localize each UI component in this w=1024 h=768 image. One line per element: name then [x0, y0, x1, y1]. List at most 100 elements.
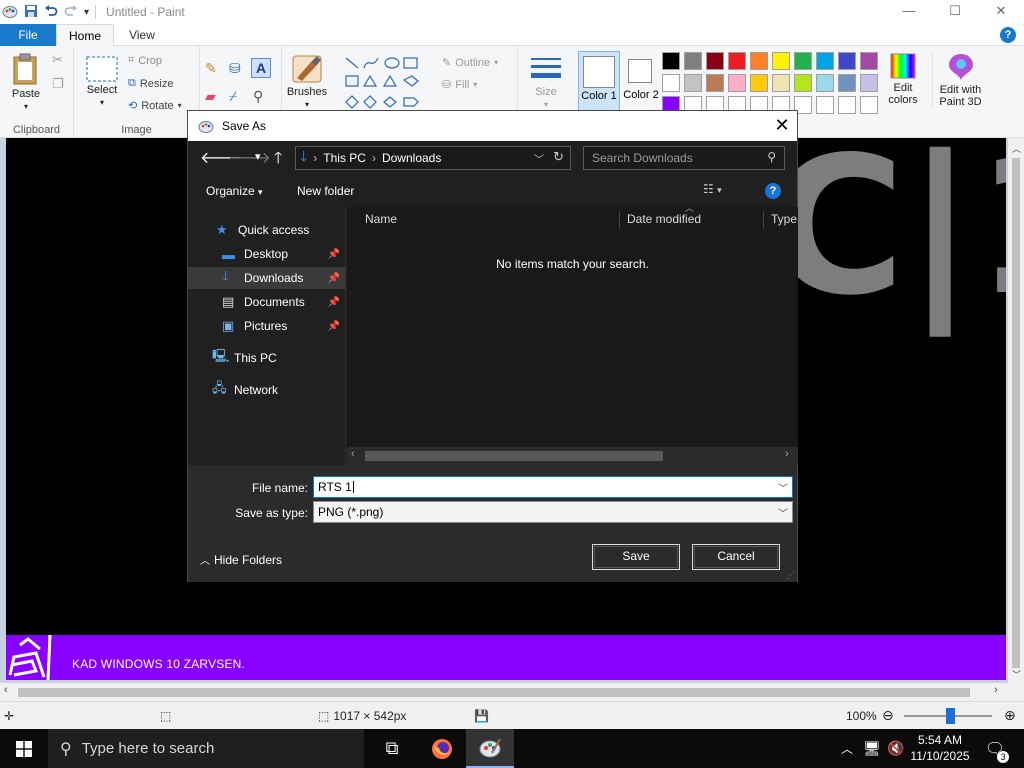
cut-icon[interactable]: ✂	[52, 52, 63, 68]
fill-bucket-icon[interactable]: ⛁	[229, 60, 241, 77]
nav-item-quick-access[interactable]: ★ Quick access	[188, 219, 346, 241]
color-swatch[interactable]	[860, 52, 878, 70]
new-folder-button[interactable]: New folder	[297, 184, 354, 198]
color-swatch[interactable]	[728, 52, 746, 70]
horizontal-scrollbar[interactable]: ‹ ›	[0, 683, 1008, 700]
help-icon[interactable]: ?	[1000, 27, 1016, 43]
paint-taskbar-icon[interactable]	[466, 729, 514, 768]
save-as-type-select[interactable]: PNG (*.png) ﹀	[313, 501, 793, 523]
color-swatch[interactable]	[772, 52, 790, 70]
tab-file[interactable]: File	[0, 24, 56, 46]
file-list[interactable]: Name Date modified ︿ Type No items match…	[347, 203, 798, 465]
column-header-name[interactable]: Name	[365, 207, 397, 231]
close-window-button[interactable]: ✕	[978, 0, 1024, 24]
network-tray-icon[interactable]: 🖥	[860, 729, 884, 768]
magnifier-icon[interactable]: ⚲	[253, 88, 263, 105]
shapes-gallery-icon[interactable]	[342, 54, 430, 110]
nav-item-documents[interactable]: ▤ Documents 📌	[188, 291, 346, 313]
color-swatch[interactable]	[816, 74, 834, 92]
nav-item-this-pc[interactable]: 🖳 This PC	[188, 347, 346, 369]
color-swatch[interactable]	[860, 74, 878, 92]
color-swatch[interactable]	[728, 74, 746, 92]
color-swatch[interactable]	[816, 52, 834, 70]
hscroll-right-icon[interactable]: ›	[785, 448, 789, 460]
color-swatch[interactable]	[706, 74, 724, 92]
pencil-icon[interactable]: ✎	[205, 60, 217, 77]
color-picker-icon[interactable]: ⌿	[229, 88, 237, 105]
breadcrumb-downloads[interactable]: Downloads	[382, 151, 441, 165]
edit-with-paint3d-button[interactable]: Edit with Paint 3D	[932, 52, 988, 108]
dialog-search-box[interactable]: Search Downloads ⚲	[583, 146, 785, 170]
up-arrow-icon[interactable]: 🡑	[274, 147, 282, 174]
save-icon[interactable]	[24, 4, 38, 21]
color-swatch[interactable]	[706, 52, 724, 70]
resize-grip-icon[interactable]: ⋰	[786, 570, 795, 581]
address-dropdown-icon[interactable]: ﹀	[534, 151, 544, 166]
refresh-icon[interactable]: ↻	[553, 149, 564, 165]
file-name-input[interactable]: RTS 1 ﹀	[313, 476, 793, 498]
edit-colors-button[interactable]: Edit colors	[882, 52, 924, 106]
recent-locations-dropdown-icon[interactable]: ▾	[255, 150, 261, 163]
color-swatch[interactable]	[684, 52, 702, 70]
organize-button[interactable]: Organize ▾	[206, 184, 263, 198]
color-swatch[interactable]	[860, 96, 878, 114]
save-as-type-dropdown-icon[interactable]: ﹀	[778, 505, 788, 520]
text-tool-icon[interactable]: A	[251, 58, 271, 78]
taskbar-search-box[interactable]: ⚲ Type here to search	[48, 729, 364, 768]
horizontal-scroll-thumb[interactable]	[18, 688, 970, 697]
redo-icon[interactable]	[64, 4, 78, 21]
color-swatch[interactable]	[816, 96, 834, 114]
brushes-button[interactable]: Brushes ▾	[284, 54, 330, 110]
nav-item-desktop[interactable]: ▬ Desktop 📌	[188, 243, 346, 265]
dialog-close-button[interactable]: ✕	[767, 111, 797, 141]
hide-folders-button[interactable]: ︿ Hide Folders	[200, 552, 282, 567]
resize-button[interactable]: ⧉ Resize	[128, 77, 173, 90]
notification-center-icon[interactable]: 🗨 3	[978, 729, 1012, 768]
minimize-button[interactable]: —	[886, 0, 932, 24]
file-list-hscrollbar[interactable]: ‹ ›	[347, 447, 798, 465]
show-hidden-icons-icon[interactable]: ︿	[834, 729, 860, 768]
rotate-button[interactable]: ⟲ Rotate ▾	[128, 99, 182, 113]
color2-button[interactable]: Color 2	[622, 51, 660, 117]
nav-item-pictures[interactable]: ▣ Pictures 📌	[188, 315, 346, 337]
nav-item-downloads[interactable]: 🡓 Downloads 📌	[188, 267, 346, 289]
color-swatch[interactable]	[662, 74, 680, 92]
save-button[interactable]: Save	[592, 544, 680, 570]
maximize-button[interactable]: ☐	[932, 0, 978, 24]
color-swatch[interactable]	[772, 74, 790, 92]
eraser-icon[interactable]: ▰	[205, 88, 216, 105]
color1-button[interactable]: Color 1	[578, 51, 620, 117]
file-list-hscroll-thumb[interactable]	[365, 451, 663, 461]
paste-button[interactable]: Paste ▾	[6, 52, 46, 112]
column-header-type[interactable]: Type	[771, 207, 797, 231]
fill-button[interactable]: ⛁ Fill ▾	[442, 78, 477, 92]
task-view-icon[interactable]: ⧉	[368, 729, 416, 768]
hscroll-left-icon[interactable]: ‹	[351, 448, 355, 460]
zoom-out-icon[interactable]: ⊖	[882, 707, 894, 724]
forward-arrow-icon[interactable]: 🡒	[228, 147, 271, 168]
scroll-down-icon[interactable]: ﹀	[1012, 668, 1021, 681]
dialog-help-icon[interactable]: ?	[765, 183, 781, 199]
crop-button[interactable]: ⌗ Crop	[128, 54, 162, 67]
color-swatch[interactable]	[750, 74, 768, 92]
firefox-icon[interactable]	[418, 729, 466, 768]
select-button[interactable]: Select ▾	[82, 56, 122, 108]
color-swatch[interactable]	[838, 96, 856, 114]
color-swatch[interactable]	[838, 52, 856, 70]
undo-icon[interactable]	[44, 4, 58, 21]
address-bar[interactable]: 🡓 › This PC › Downloads ﹀ ↻	[295, 146, 571, 170]
scroll-up-icon[interactable]: ︿	[1012, 142, 1021, 155]
taskbar-clock[interactable]: 5:54 AM 11/10/2025	[905, 732, 975, 764]
tab-home[interactable]: Home	[56, 24, 114, 47]
outline-button[interactable]: ✎ Outline ▾	[442, 56, 498, 70]
view-options-icon[interactable]: ☷ ▾	[703, 182, 722, 196]
scroll-right-icon[interactable]: ›	[994, 684, 998, 696]
breadcrumb-this-pc[interactable]: This PC	[323, 151, 366, 165]
tab-view[interactable]: View	[114, 24, 170, 46]
zoom-in-icon[interactable]: ⊕	[1004, 707, 1016, 724]
color-swatch[interactable]	[750, 52, 768, 70]
color-swatch[interactable]	[794, 74, 812, 92]
copy-icon[interactable]: ❐	[52, 76, 64, 92]
color-swatch[interactable]	[794, 52, 812, 70]
size-button[interactable]: Size ▾	[524, 54, 568, 110]
